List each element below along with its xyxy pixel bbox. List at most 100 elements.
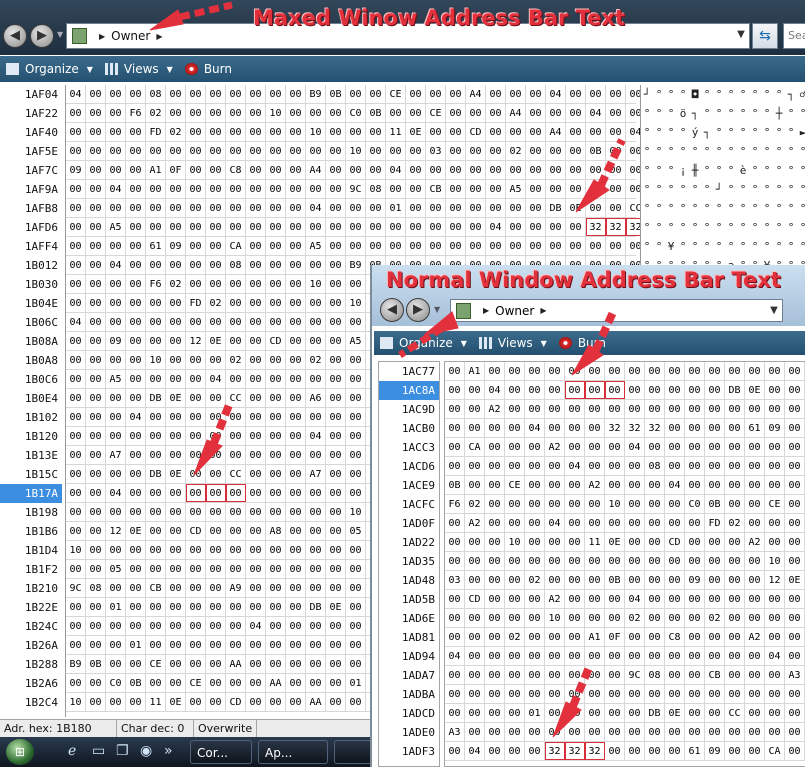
hex-byte[interactable]: 00 <box>166 503 186 521</box>
hex-byte[interactable]: 00 <box>226 294 246 312</box>
hex-byte[interactable]: 02 <box>465 495 485 513</box>
hex-byte[interactable]: 00 <box>685 552 705 570</box>
hex-byte[interactable]: 00 <box>286 351 306 369</box>
hex-byte[interactable]: 00 <box>326 636 346 654</box>
hex-byte[interactable]: 00 <box>665 742 685 760</box>
hex-byte[interactable]: 00 <box>485 609 505 627</box>
hex-byte[interactable]: 00 <box>286 161 306 179</box>
ascii-char[interactable]: ° <box>761 85 773 104</box>
hex-row[interactable]: 00000000010000000000DB0E0000CC00000000 <box>445 704 805 723</box>
hex-byte[interactable]: 00 <box>525 514 545 532</box>
hex-byte[interactable]: 00 <box>186 85 206 103</box>
hex-byte[interactable]: 00 <box>246 579 266 597</box>
hex-byte[interactable]: 12 <box>765 571 785 589</box>
ascii-char[interactable]: ° <box>737 199 749 218</box>
ascii-char[interactable]: ° <box>665 180 677 199</box>
hex-byte[interactable]: 00 <box>685 457 705 475</box>
hex-byte[interactable]: 00 <box>86 560 106 578</box>
offset-label[interactable]: 1ACC3 <box>379 438 439 457</box>
internet-explorer-icon[interactable]: ℯ <box>68 743 76 759</box>
hex-byte[interactable]: 00 <box>166 560 186 578</box>
hex-byte[interactable]: 00 <box>745 723 765 741</box>
hex-byte[interactable]: 00 <box>545 476 565 494</box>
offset-label[interactable]: 1B1B6 <box>0 522 62 541</box>
hex-byte[interactable]: 00 <box>466 142 486 160</box>
offset-label[interactable]: 1AF9A <box>0 180 62 199</box>
ascii-char[interactable]: ° <box>677 237 689 256</box>
hex-byte[interactable]: 00 <box>186 237 206 255</box>
hex-byte[interactable]: 00 <box>286 484 306 502</box>
hex-byte[interactable]: 00 <box>545 362 565 380</box>
hex-byte[interactable]: 00 <box>226 180 246 198</box>
hex-byte[interactable]: A2 <box>585 476 605 494</box>
hex-byte[interactable]: 00 <box>226 85 246 103</box>
hex-byte[interactable]: 04 <box>445 647 465 665</box>
hex-byte[interactable]: 00 <box>206 503 226 521</box>
hex-byte[interactable]: 00 <box>505 609 525 627</box>
hex-byte[interactable]: 00 <box>146 617 166 635</box>
hex-byte[interactable]: DB <box>146 465 166 483</box>
hex-byte[interactable]: 00 <box>86 465 106 483</box>
hex-byte[interactable]: 00 <box>326 484 346 502</box>
hex-byte[interactable]: 00 <box>585 381 605 399</box>
offset-label[interactable]: 1B0E4 <box>0 389 62 408</box>
hex-byte[interactable]: 00 <box>106 313 126 331</box>
hex-byte[interactable]: 00 <box>546 237 566 255</box>
offset-label[interactable]: 1ADE0 <box>379 723 439 742</box>
offset-label[interactable]: 1AC77 <box>379 362 439 381</box>
hex-byte[interactable]: 0B <box>605 571 625 589</box>
hex-byte[interactable]: A3 <box>445 723 465 741</box>
ascii-char[interactable]: ° <box>665 161 677 180</box>
hex-byte[interactable]: 00 <box>625 571 645 589</box>
hex-byte[interactable]: 00 <box>86 161 106 179</box>
hex-byte[interactable]: 00 <box>126 237 146 255</box>
hex-byte[interactable]: 00 <box>645 590 665 608</box>
hex-byte[interactable]: 00 <box>545 704 565 722</box>
hex-byte[interactable]: 00 <box>246 351 266 369</box>
hex-byte[interactable]: 00 <box>625 495 645 513</box>
hex-byte[interactable]: 02 <box>306 351 326 369</box>
hex-row[interactable]: A3000000000000000000000000000000000000 <box>445 723 805 742</box>
hex-byte[interactable]: 00 <box>266 446 286 464</box>
hex-byte[interactable]: 00 <box>525 381 545 399</box>
hex-byte[interactable]: 00 <box>66 522 86 540</box>
ascii-char[interactable]: ° <box>701 199 713 218</box>
hex-byte[interactable]: 00 <box>605 514 625 532</box>
ascii-char[interactable]: ° <box>653 199 665 218</box>
ascii-char[interactable]: ° <box>773 142 785 161</box>
hex-byte[interactable]: 00 <box>705 723 725 741</box>
hex-byte[interactable]: 00 <box>445 362 465 380</box>
hex-byte[interactable]: 00 <box>525 685 545 703</box>
hex-byte[interactable]: 00 <box>246 503 266 521</box>
hex-byte[interactable]: 00 <box>765 476 785 494</box>
ascii-row[interactable]: ┘ ° ° ° ◘ ° ° ° ° ° ° ° ┐ ♂ <box>641 85 805 104</box>
hex-byte[interactable]: 00 <box>586 85 606 103</box>
ascii-char[interactable]: ° <box>665 142 677 161</box>
offset-label[interactable]: 1B1F2 <box>0 560 62 579</box>
hex-byte[interactable]: 00 <box>605 666 625 684</box>
hex-byte[interactable]: 09 <box>685 571 705 589</box>
hex-row[interactable]: 00000002000000A10F0000C8000000A2000000 <box>445 628 805 647</box>
hex-byte[interactable]: 00 <box>346 123 366 141</box>
hex-byte[interactable]: 04 <box>565 457 585 475</box>
hex-byte[interactable]: 00 <box>266 218 286 236</box>
hex-byte[interactable]: 00 <box>286 256 306 274</box>
hex-byte[interactable]: 00 <box>725 590 745 608</box>
hex-byte[interactable]: A5 <box>306 237 326 255</box>
hex-byte[interactable]: C0 <box>106 674 126 692</box>
hex-byte[interactable]: 00 <box>166 256 186 274</box>
hex-byte[interactable]: 00 <box>146 218 166 236</box>
hex-byte[interactable]: 00 <box>186 389 206 407</box>
hex-byte[interactable]: 00 <box>266 427 286 445</box>
hex-byte[interactable]: 00 <box>146 427 166 445</box>
hex-byte[interactable]: 00 <box>625 552 645 570</box>
taskbar-button-3[interactable] <box>334 740 372 764</box>
hex-byte[interactable]: 32 <box>545 742 565 760</box>
ascii-char[interactable]: ° <box>797 161 805 180</box>
hex-byte[interactable]: 02 <box>166 275 186 293</box>
hex-byte[interactable]: 00 <box>485 552 505 570</box>
hex-byte[interactable]: 00 <box>106 655 126 673</box>
hex-byte[interactable]: 00 <box>206 123 226 141</box>
offset-label[interactable]: 1AD22 <box>379 533 439 552</box>
hex-byte[interactable]: 00 <box>326 674 346 692</box>
